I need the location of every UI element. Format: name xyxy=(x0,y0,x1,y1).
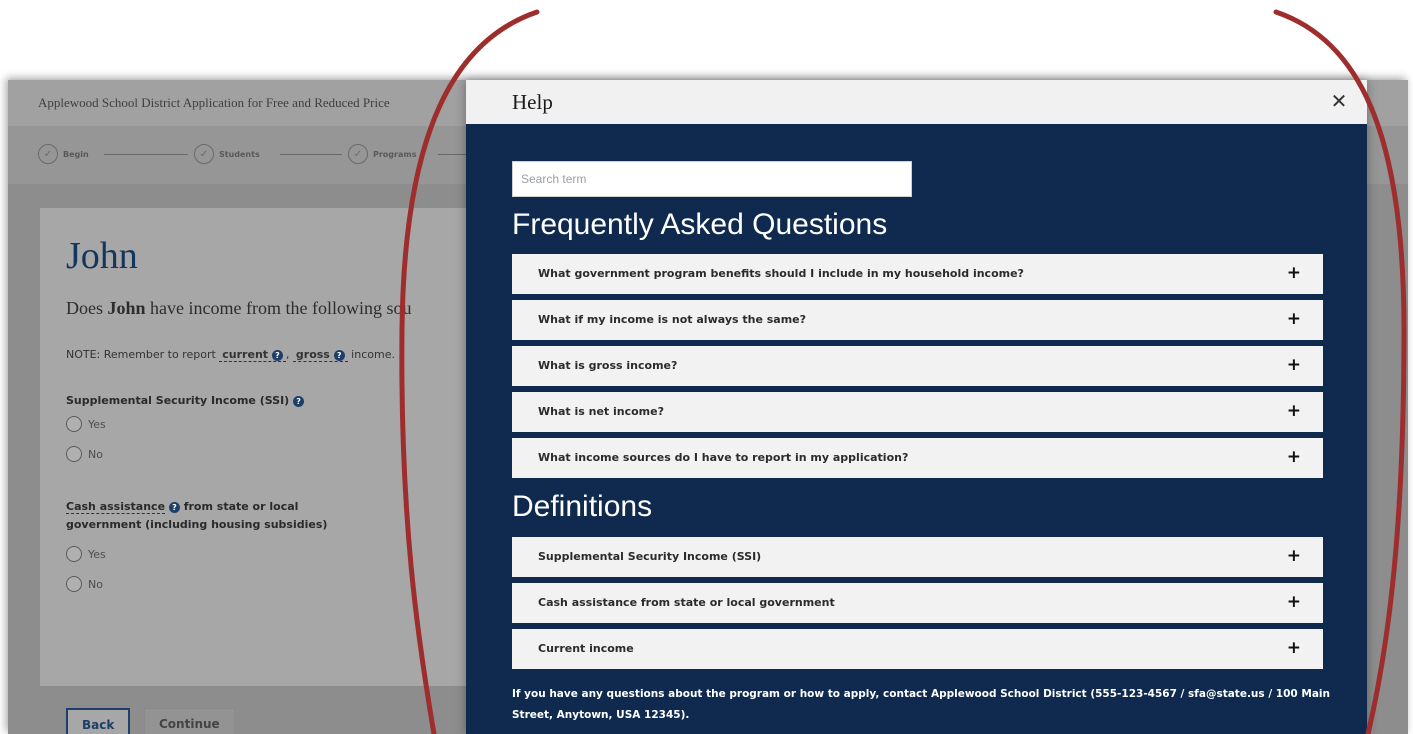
question-circle-icon[interactable]: ? xyxy=(293,395,305,407)
cash-assistance-term-link[interactable]: Cash assistance xyxy=(66,500,166,514)
cash-no-radio[interactable]: No xyxy=(66,576,103,592)
faq-item-label: What is net income? xyxy=(538,405,664,418)
question-name: John xyxy=(107,298,146,318)
plus-icon[interactable]: + xyxy=(1287,309,1301,329)
definition-item-label: Cash assistance from state or local gove… xyxy=(538,596,835,609)
plus-icon[interactable]: + xyxy=(1287,546,1301,566)
faq-item-label: What income sources do I have to report … xyxy=(538,451,909,464)
plus-icon[interactable]: + xyxy=(1287,401,1301,421)
step-connector xyxy=(280,154,342,155)
ssi-label-text[interactable]: Supplemental Security Income (SSI) xyxy=(66,394,289,407)
cash-assistance-field-label: Cash assistance ? from state or local go… xyxy=(66,498,327,534)
faq-item[interactable]: What is net income? + xyxy=(512,392,1323,432)
income-note: NOTE: Remember to report current ?, gros… xyxy=(66,348,395,362)
person-name-heading: John xyxy=(66,235,138,277)
help-search-input[interactable] xyxy=(512,161,912,197)
definition-item[interactable]: Supplemental Security Income (SSI) + xyxy=(512,537,1323,577)
ssi-yes-radio[interactable]: Yes xyxy=(66,416,106,432)
step-programs[interactable]: ✓ Programs xyxy=(348,144,416,164)
step-label: Programs xyxy=(373,149,417,159)
step-label: Students xyxy=(219,149,260,159)
question-prefix: Does xyxy=(66,298,108,318)
check-circle-icon: ✓ xyxy=(194,144,214,164)
radio-circle[interactable] xyxy=(66,546,82,562)
cash-yes-radio[interactable]: Yes xyxy=(66,546,106,562)
term-gross-link[interactable]: gross ? xyxy=(292,348,348,362)
step-label: Begin xyxy=(63,149,89,159)
close-icon[interactable]: ✕ xyxy=(1327,89,1351,113)
faq-item[interactable]: What income sources do I have to report … xyxy=(512,438,1323,478)
question-circle-icon[interactable]: ? xyxy=(168,501,180,513)
question-circle-icon[interactable]: ? xyxy=(271,349,283,361)
contact-info-text: If you have any questions about the prog… xyxy=(512,688,1330,721)
help-dialog: Help ✕ Frequently Asked Questions What g… xyxy=(466,80,1367,734)
definition-item-label: Supplemental Security Income (SSI) xyxy=(538,550,762,563)
plus-icon[interactable]: + xyxy=(1287,638,1301,658)
step-connector xyxy=(104,154,188,155)
radio-label: Yes xyxy=(88,417,106,431)
term-gross-label: gross xyxy=(295,348,330,361)
definition-item[interactable]: Cash assistance from state or local gove… xyxy=(512,583,1323,623)
radio-label: Yes xyxy=(88,547,106,561)
term-current-link[interactable]: current ? xyxy=(219,348,286,362)
step-students[interactable]: ✓ Students xyxy=(194,144,260,164)
back-button[interactable]: Back xyxy=(66,708,131,734)
step-begin[interactable]: ✓ Begin xyxy=(38,144,89,164)
definitions-heading: Definitions xyxy=(512,490,653,523)
question-suffix: have income from the following sou xyxy=(145,298,412,318)
faq-item-label: What government program benefits should … xyxy=(538,267,1024,280)
help-dialog-title: Help xyxy=(512,90,553,114)
faq-item[interactable]: What is gross income? + xyxy=(512,346,1323,386)
faq-item-label: What is gross income? xyxy=(538,359,678,372)
ssi-field-label: Supplemental Security Income (SSI) ? xyxy=(66,392,305,410)
income-question: Does John have income from the following… xyxy=(66,298,411,319)
cash-assistance-label-rest: from state or local xyxy=(179,500,299,513)
faq-heading: Frequently Asked Questions xyxy=(512,208,888,241)
plus-icon[interactable]: + xyxy=(1287,592,1301,612)
faq-item[interactable]: What government program benefits should … xyxy=(512,254,1323,294)
plus-icon[interactable]: + xyxy=(1287,263,1301,283)
cash-assistance-label-line2: government (including housing subsidies) xyxy=(66,518,328,531)
faq-item[interactable]: What if my income is not always the same… xyxy=(512,300,1323,340)
radio-circle[interactable] xyxy=(66,416,82,432)
radio-circle[interactable] xyxy=(66,576,82,592)
ssi-no-radio[interactable]: No xyxy=(66,446,103,462)
check-circle-icon: ✓ xyxy=(38,144,58,164)
app-title: Applewood School District Application fo… xyxy=(38,95,390,110)
help-dialog-header: Help ✕ xyxy=(466,80,1367,124)
plus-icon[interactable]: + xyxy=(1287,447,1301,467)
plus-icon[interactable]: + xyxy=(1287,355,1301,375)
definition-item-label: Current income xyxy=(538,642,634,655)
term-current-label: current xyxy=(222,348,269,361)
check-circle-icon: ✓ xyxy=(348,144,368,164)
radio-circle[interactable] xyxy=(66,446,82,462)
definition-item[interactable]: Current income + xyxy=(512,629,1323,669)
question-circle-icon[interactable]: ? xyxy=(333,349,345,361)
note-prefix: NOTE: Remember to report xyxy=(66,348,220,361)
note-separator: , xyxy=(285,348,293,361)
continue-button[interactable]: Continue xyxy=(144,708,235,734)
note-suffix: income. xyxy=(347,348,395,361)
radio-label: No xyxy=(88,447,103,461)
radio-label: No xyxy=(88,577,103,591)
faq-item-label: What if my income is not always the same… xyxy=(538,313,807,326)
